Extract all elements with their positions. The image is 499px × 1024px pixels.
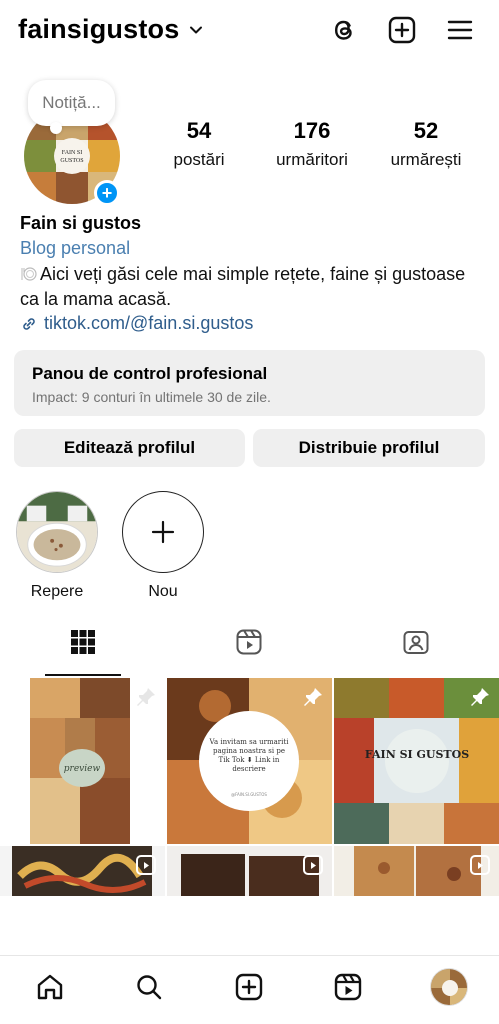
link-icon [23, 317, 35, 330]
stat-value: 52 [413, 118, 439, 143]
tagged-icon [403, 631, 429, 654]
grid-post[interactable] [167, 846, 332, 896]
bio-link[interactable]: tiktok.com/@fain.si.gustos [20, 313, 253, 334]
profile-name: Fain si gustos [20, 213, 142, 233]
svg-text:FAIN SI: FAIN SI [62, 150, 82, 156]
reel-icon [303, 855, 323, 875]
share-profile-button[interactable]: Distribuie profilul [253, 429, 485, 467]
pin-icon [471, 688, 489, 706]
bio-text: Aici veți găsi cele mai simple rețete, f… [20, 262, 488, 312]
stat-following[interactable]: 52 urmărești [371, 118, 481, 170]
username: fainsigustos [18, 14, 180, 44]
grid-post[interactable] [334, 846, 499, 896]
tab-tagged[interactable] [333, 628, 499, 656]
profile-header: fainsigustos [0, 0, 499, 66]
stat-label: urmăritori [276, 150, 348, 169]
reel-icon [136, 855, 156, 875]
bottom-nav [0, 955, 499, 1024]
stat-followers[interactable]: 176 urmăritori [257, 118, 367, 170]
preview-text: preview [64, 764, 101, 774]
grid-post[interactable]: FAIN SI GUSTOS [334, 678, 499, 844]
reels-icon[interactable] [331, 970, 365, 1004]
menu-icon[interactable] [445, 15, 475, 45]
highlight-repere[interactable]: Repere [15, 491, 99, 601]
edit-profile-button[interactable]: Editează profilul [14, 429, 245, 467]
svg-text:GUSTOS: GUSTOS [60, 158, 83, 164]
tab-grid[interactable] [0, 628, 166, 656]
tab-reels[interactable] [166, 628, 332, 656]
professional-dashboard[interactable]: Panou de control profesional Impact: 9 c… [14, 350, 485, 416]
grid-post[interactable]: preview [0, 678, 165, 844]
pin-icon [304, 688, 322, 706]
home-icon[interactable] [33, 970, 67, 1004]
search-icon[interactable] [132, 970, 166, 1004]
reel-icon [470, 855, 490, 875]
reels-icon [236, 629, 262, 655]
add-story-icon[interactable]: + [94, 180, 120, 206]
stat-label: postări [173, 150, 225, 169]
highlight-label: Repere [30, 583, 84, 600]
handle-text: @FAIN.SI.GUSTOS [231, 792, 267, 797]
profile-avatar[interactable] [430, 968, 468, 1006]
highlight-cover [122, 491, 204, 573]
note-bubble[interactable]: Notiță... [28, 80, 115, 134]
stat-value: 176 [293, 118, 331, 143]
account-switcher[interactable]: fainsigustos [18, 14, 203, 45]
dashboard-subtitle: Impact: 9 conturi în ultimele 30 de zile… [32, 389, 271, 405]
chevron-down-icon [189, 23, 203, 37]
highlight-label: Nou [148, 583, 178, 600]
plus-icon [151, 520, 175, 544]
highlight-new[interactable]: Nou [121, 491, 205, 601]
bio-description: Aici veți găsi cele mai simple rețete, f… [20, 264, 466, 309]
stat-value: 54 [186, 118, 212, 143]
grid-post[interactable]: Va invitam sa urmariti pagina noastra si… [167, 678, 332, 844]
highlight-cover [16, 491, 98, 573]
threads-icon[interactable] [329, 15, 359, 45]
brand-text: FAIN SI GUSTOS [365, 748, 469, 761]
create-icon[interactable] [232, 970, 266, 1004]
stat-posts[interactable]: 54 postări [144, 118, 254, 170]
plate-icon [20, 264, 38, 281]
pin-icon [137, 688, 155, 706]
stat-label: urmărești [390, 150, 462, 169]
grid-post[interactable] [0, 846, 165, 896]
profile-category[interactable]: Blog personal [20, 238, 130, 259]
active-tab-indicator [45, 674, 121, 676]
bio-link-text: tiktok.com/@fain.si.gustos [44, 313, 254, 333]
grid-icon [71, 630, 95, 654]
invite-text: Va invitam sa urmariti pagina noastra si… [209, 738, 289, 773]
add-post-icon[interactable] [387, 15, 417, 45]
dashboard-title: Panou de control profesional [32, 364, 268, 383]
note-placeholder: Notiță... [42, 93, 101, 112]
